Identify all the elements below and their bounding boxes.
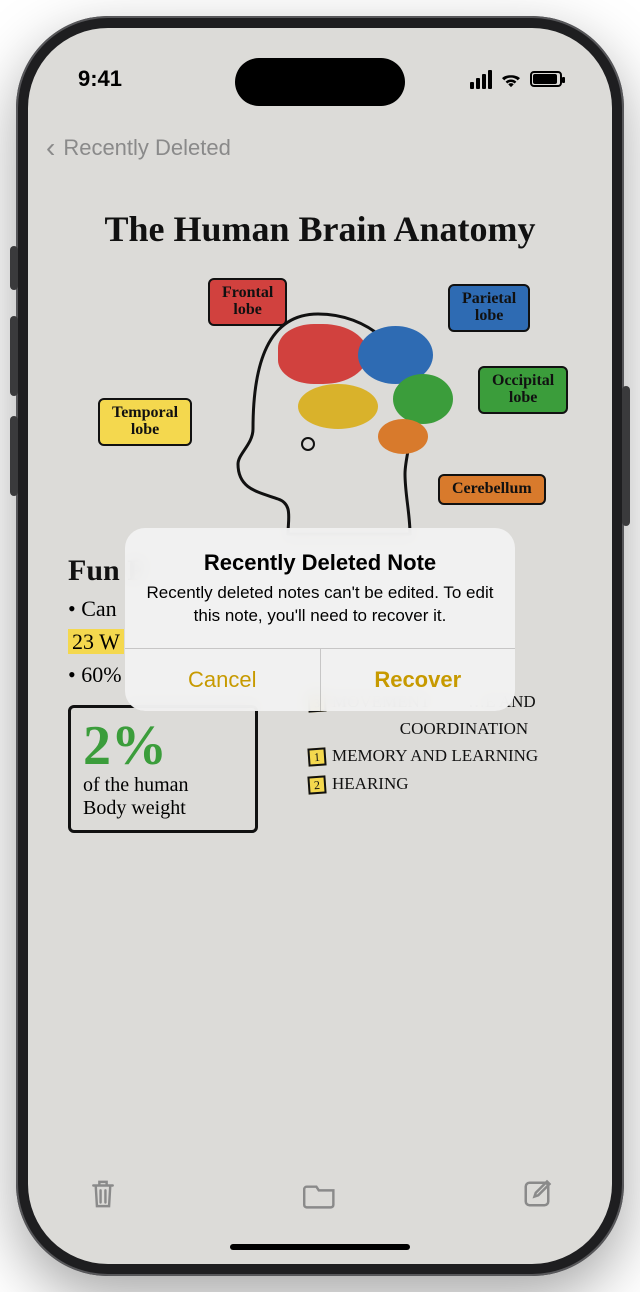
alert-message: Recently deleted notes can't be edited. … (145, 582, 495, 628)
volume-up-button[interactable] (10, 316, 18, 396)
mute-switch[interactable] (10, 246, 18, 290)
screen: 9:41 ‹ Recently Deleted The Human Brain … (28, 28, 612, 1264)
cancel-button[interactable]: Cancel (125, 649, 320, 711)
alert-title: Recently Deleted Note (145, 550, 495, 576)
recover-button[interactable]: Recover (320, 649, 516, 711)
power-button[interactable] (622, 386, 630, 526)
recover-alert: Recently Deleted Note Recently deleted n… (125, 528, 515, 711)
volume-down-button[interactable] (10, 416, 18, 496)
phone-frame: 9:41 ‹ Recently Deleted The Human Brain … (16, 16, 624, 1276)
